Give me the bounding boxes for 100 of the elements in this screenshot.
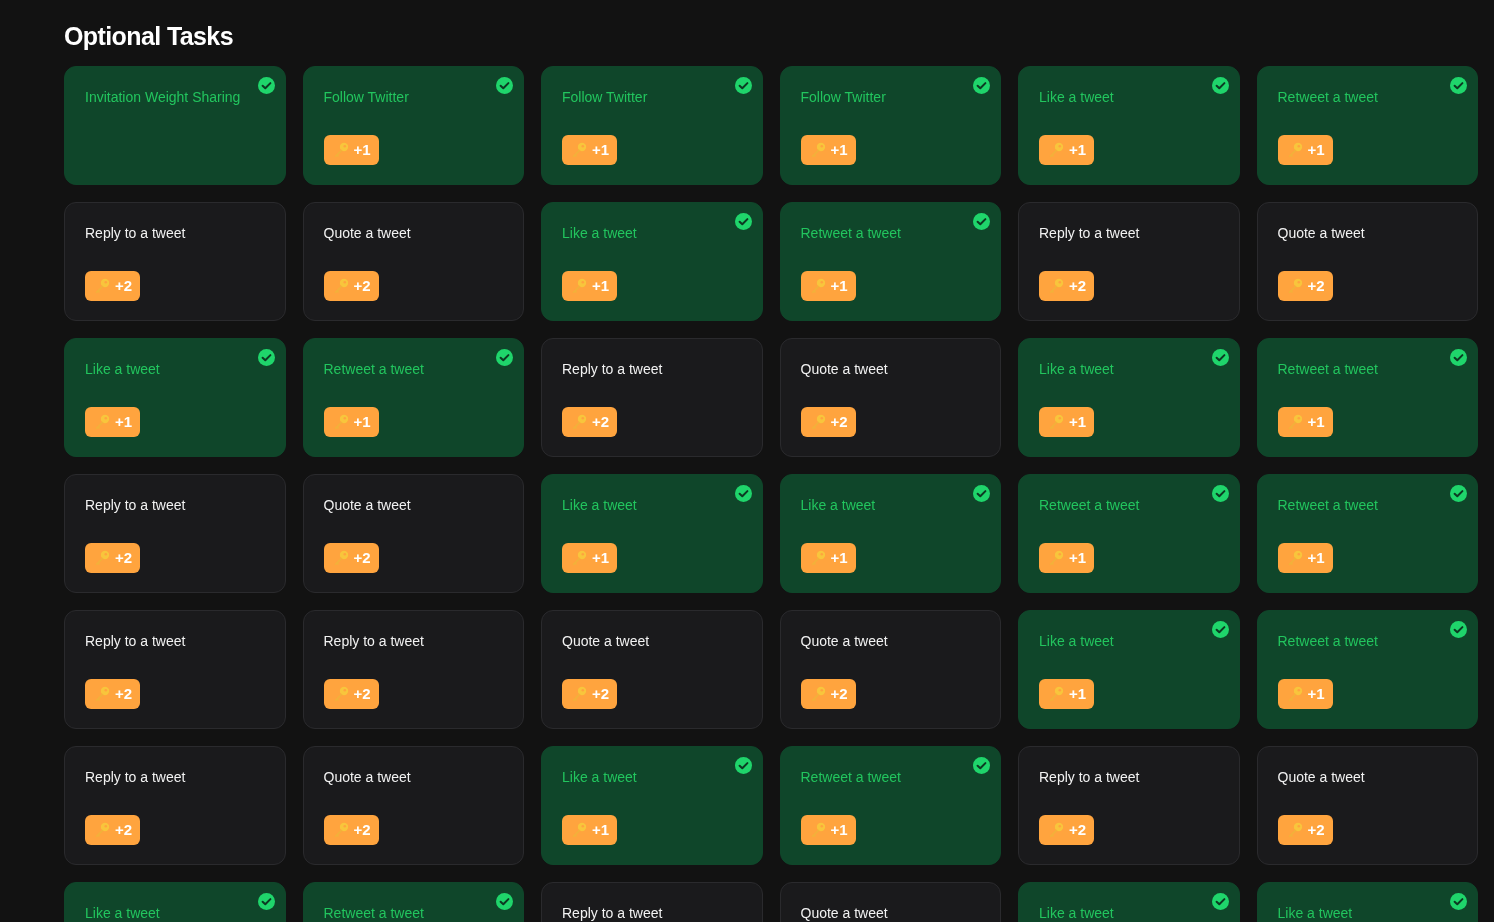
reward-points: +2 [115, 549, 133, 567]
check-circle-icon [257, 77, 275, 94]
task-card[interactable]: Reply to a tweet +2 [64, 474, 286, 593]
task-card[interactable]: Retweet a tweet +1 [302, 338, 524, 457]
task-card[interactable]: Like a tweet [1256, 882, 1478, 922]
check-circle-icon [734, 213, 752, 230]
task-card[interactable]: Quote a tweet +2 [302, 746, 524, 865]
task-title: Like a tweet [1277, 904, 1353, 922]
task-title: Retweet a tweet [1277, 360, 1378, 379]
key-icon [332, 550, 349, 566]
task-card[interactable]: Reply to a tweet +2 [1018, 202, 1240, 321]
reward-points: +2 [1307, 821, 1325, 839]
task-card[interactable]: Quote a tweet +2 [1256, 746, 1478, 865]
reward-points: +2 [592, 413, 610, 431]
key-icon [94, 414, 110, 430]
reward-points: +1 [353, 141, 371, 159]
check-circle-icon [734, 485, 752, 502]
task-card[interactable]: Like a tweet +1 [779, 474, 1001, 593]
task-card[interactable]: Follow Twitter +1 [541, 66, 763, 185]
reward-points: +2 [353, 685, 371, 703]
key-icon [332, 686, 349, 702]
reward-points: +1 [115, 413, 133, 431]
check-circle-icon [973, 485, 990, 502]
check-circle-icon [734, 77, 752, 94]
check-circle-icon [1450, 485, 1467, 502]
task-card[interactable]: Retweet a tweet +1 [1256, 66, 1478, 185]
task-title: Reply to a tweet [85, 768, 186, 787]
task-title: Like a tweet [1039, 360, 1114, 379]
check-circle-icon [1211, 893, 1229, 910]
check-circle-icon [973, 757, 990, 774]
reward-points: +1 [592, 821, 610, 839]
key-icon [809, 278, 826, 294]
task-card[interactable]: Reply to a tweet +2 [541, 338, 763, 457]
task-card[interactable]: Follow Twitter +1 [302, 66, 524, 185]
task-card[interactable]: Retweet a tweet +1 [1256, 610, 1478, 729]
reward-points: +2 [830, 685, 848, 703]
task-card[interactable]: Retweet a tweet +1 [779, 746, 1001, 865]
key-icon [571, 414, 587, 430]
task-card[interactable]: Reply to a tweet +2 [1018, 746, 1240, 865]
task-card[interactable]: Reply to a tweet +2 [64, 746, 286, 865]
reward-points: +1 [1069, 413, 1087, 431]
check-circle-icon [257, 349, 275, 366]
reward-points: +2 [1069, 277, 1087, 295]
check-circle-icon [1450, 77, 1467, 94]
task-card[interactable]: Like a tweet +1 [1018, 66, 1240, 185]
task-title: Like a tweet [562, 768, 637, 787]
reward-points: +1 [1307, 141, 1325, 159]
task-title: Follow Twitter [323, 88, 409, 107]
check-circle-icon [1211, 621, 1229, 638]
task-title: Follow Twitter [800, 88, 886, 107]
task-card[interactable]: Retweet a tweet +1 [1018, 474, 1240, 593]
check-circle-icon [973, 213, 990, 230]
task-card[interactable]: Like a tweet +1 [64, 338, 286, 457]
key-icon [94, 822, 110, 838]
task-card[interactable]: Quote a tweet +2 [302, 474, 524, 593]
task-title: Quote a tweet [1277, 768, 1365, 787]
task-card[interactable]: Retweet a tweet [302, 882, 524, 922]
task-card[interactable]: Like a tweet +1 [1018, 610, 1240, 729]
task-card[interactable]: Retweet a tweet +1 [1256, 338, 1478, 457]
key-icon [1286, 550, 1303, 566]
task-card[interactable]: Quote a tweet +2 [779, 610, 1001, 729]
key-icon [809, 686, 826, 702]
key-icon [1286, 686, 1303, 702]
task-card[interactable]: Reply to a tweet +2 [64, 610, 286, 729]
task-card[interactable]: Follow Twitter +1 [779, 66, 1001, 185]
check-circle-icon [734, 757, 752, 774]
key-icon [1048, 142, 1064, 158]
task-title: Retweet a tweet [1039, 496, 1140, 515]
task-card[interactable]: Quote a tweet +2 [779, 338, 1001, 457]
task-card[interactable]: Like a tweet +1 [1018, 338, 1240, 457]
reward-points: +1 [1307, 549, 1325, 567]
reward-points: +1 [830, 821, 848, 839]
task-title: Like a tweet [85, 904, 160, 922]
task-title: Quote a tweet [800, 360, 888, 379]
task-title: Retweet a tweet [1277, 632, 1378, 651]
task-title: Like a tweet [1039, 88, 1114, 107]
task-card[interactable]: Quote a tweet +2 [541, 610, 763, 729]
task-card[interactable]: Quote a tweet +2 [302, 202, 524, 321]
task-card[interactable]: Reply to a tweet +2 [64, 202, 286, 321]
task-card[interactable]: Quote a tweet [779, 882, 1001, 922]
key-icon [571, 278, 587, 294]
key-icon [1048, 550, 1064, 566]
task-card[interactable]: Like a tweet +1 [541, 746, 763, 865]
key-icon [332, 142, 349, 158]
task-card[interactable]: Reply to a tweet [541, 882, 763, 922]
task-card[interactable]: Retweet a tweet +1 [779, 202, 1001, 321]
task-card[interactable]: Quote a tweet +2 [1256, 202, 1478, 321]
key-icon [1048, 278, 1064, 294]
key-icon [1286, 278, 1303, 294]
task-title: Like a tweet [1039, 904, 1114, 922]
task-card[interactable]: Like a tweet [64, 882, 286, 922]
task-card[interactable]: Like a tweet +1 [541, 474, 763, 593]
task-title: Retweet a tweet [1277, 88, 1378, 107]
key-icon [809, 550, 826, 566]
reward-points: +2 [830, 413, 848, 431]
task-card[interactable]: Like a tweet [1018, 882, 1240, 922]
task-card[interactable]: Reply to a tweet +2 [302, 610, 524, 729]
task-card[interactable]: Retweet a tweet +1 [1256, 474, 1478, 593]
task-card[interactable]: Like a tweet +1 [541, 202, 763, 321]
task-card[interactable]: Invitation Weight Sharing [64, 66, 286, 185]
